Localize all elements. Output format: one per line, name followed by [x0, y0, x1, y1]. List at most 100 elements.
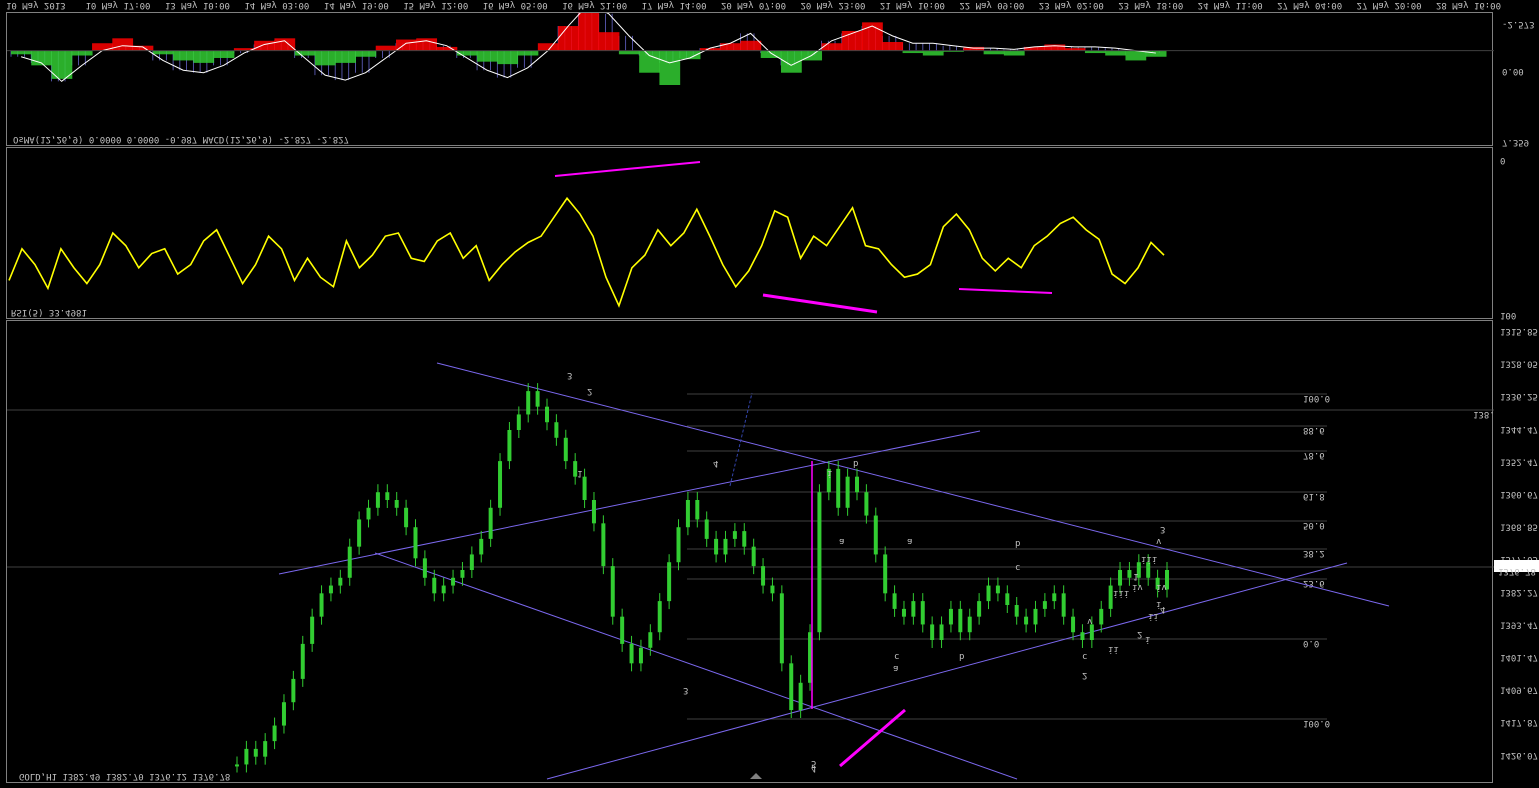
candle-body [319, 593, 324, 617]
time-label: 23 May 02:00 [1039, 0, 1104, 10]
candle-body [1033, 608, 1038, 625]
wave-label: 4 [811, 763, 816, 773]
wave-label: i [827, 468, 832, 478]
candle-body [761, 566, 766, 586]
candle-body [591, 500, 596, 524]
candle-body [610, 566, 615, 617]
wave-label: v [1156, 536, 1161, 546]
price-pane[interactable]: 100.0 88.6 78.6 61.8 50.0 38.2 23.6 0.0 100.0 138… [6, 320, 1500, 783]
candle-body [657, 601, 662, 633]
price-scale-label: 1393.47 [1500, 619, 1538, 629]
macd-pane[interactable]: OsMA(12,26,9) 0.0000 0.0000 -0.987 MACD(… [6, 3, 1494, 146]
candle-body [873, 515, 878, 555]
trend-line [374, 552, 1018, 780]
candle-body [1024, 616, 1029, 625]
wave-label: 2 [587, 386, 592, 396]
price-scale-label: 1328.05 [1500, 359, 1538, 369]
wave-label: b [853, 458, 858, 468]
candle-body [291, 678, 296, 703]
candle-body [357, 519, 362, 547]
wave-label: c [1015, 562, 1020, 572]
time-label: 27 May 20:00 [1357, 0, 1422, 10]
time-label: 16 May 05:00 [483, 0, 548, 10]
candle-body [864, 492, 869, 516]
wave-label: 1 [1133, 571, 1138, 581]
osma-bar [1125, 50, 1147, 61]
osma-bar [659, 50, 681, 85]
osma-bar [821, 43, 843, 51]
candle-body [507, 430, 512, 462]
rsi-label: RSI(5) 33.4981 [11, 307, 87, 317]
candle-body [977, 601, 982, 617]
candle-body [751, 546, 756, 567]
wave-label: 4 [713, 458, 718, 468]
osma-bar [11, 50, 32, 55]
time-label: 10 May 2013 [6, 0, 66, 10]
price-scale-label: 1336.25 [1500, 391, 1538, 401]
wave-label: a [893, 663, 898, 673]
divergence-line [839, 708, 906, 768]
candle-body [836, 468, 841, 508]
osma-bar [314, 50, 336, 66]
candle-body [939, 624, 944, 640]
fib-label: 0.0 [1303, 638, 1319, 648]
candle-body [545, 406, 549, 423]
divergence-line [554, 161, 701, 177]
osma-bar [537, 43, 559, 51]
osma-bar [1145, 50, 1167, 57]
candle-body [1014, 605, 1019, 617]
osma-bar [922, 50, 944, 56]
candle-body [958, 608, 963, 633]
osma-bar [639, 50, 660, 73]
wave-label: a [839, 536, 844, 546]
candle-body [366, 507, 371, 520]
candle-body [714, 538, 719, 555]
candle-body [601, 523, 606, 567]
osma-bar [375, 45, 397, 51]
macd-scale-label: 7.359 [1502, 137, 1529, 147]
candle-body [629, 643, 634, 664]
candle-body [995, 585, 1000, 594]
candle-body [676, 527, 681, 563]
trend-line [546, 562, 1348, 780]
wave-label: c [1082, 651, 1087, 661]
candle-body [281, 702, 286, 726]
price-scale-label: 1401.47 [1500, 652, 1538, 662]
candle-body [582, 476, 587, 500]
osma-bar [173, 50, 194, 61]
time-label: 16 May 21:00 [562, 0, 627, 10]
osma-bar [558, 26, 579, 51]
candle-body [563, 437, 568, 462]
wave-label: v [1087, 616, 1092, 626]
candle-body [263, 741, 268, 757]
wave-label: i [1145, 634, 1150, 644]
candle-body [845, 476, 850, 508]
candle-body [883, 554, 888, 594]
osma-bar [213, 50, 235, 58]
time-label: 20 May 23:00 [800, 0, 865, 10]
rsi-pane[interactable]: RSI(5) 33.4981 [6, 147, 1493, 319]
candle-body [498, 461, 503, 508]
candle-body [1071, 616, 1076, 633]
price-scale-label: 1315.85 [1500, 326, 1538, 336]
candle-body [1052, 593, 1057, 602]
time-label: 23 May 18:00 [1118, 0, 1183, 10]
price-scale-label: 1352.47 [1500, 456, 1538, 466]
candle-body [272, 725, 277, 742]
rsi-chart: RSI(5) 33.4981 [8, 161, 1165, 317]
price-scale-label: 1360.67 [1500, 489, 1538, 499]
wave-label: b [1015, 538, 1020, 548]
price-scale-label: 1382.27 [1500, 587, 1538, 597]
osma-bar [598, 32, 620, 51]
osma-bar [497, 50, 519, 65]
candle-body [526, 391, 531, 415]
candle-body [930, 624, 935, 640]
candle-body [911, 601, 916, 617]
wave-label: 3 [1160, 524, 1165, 534]
time-label: 21 May 16:00 [880, 0, 945, 10]
wave-label: 3 [567, 370, 572, 380]
price-scale-label: 1409.67 [1500, 685, 1538, 695]
divergence-line [762, 293, 878, 314]
candle-body [901, 608, 906, 617]
candle-body [1042, 601, 1047, 609]
